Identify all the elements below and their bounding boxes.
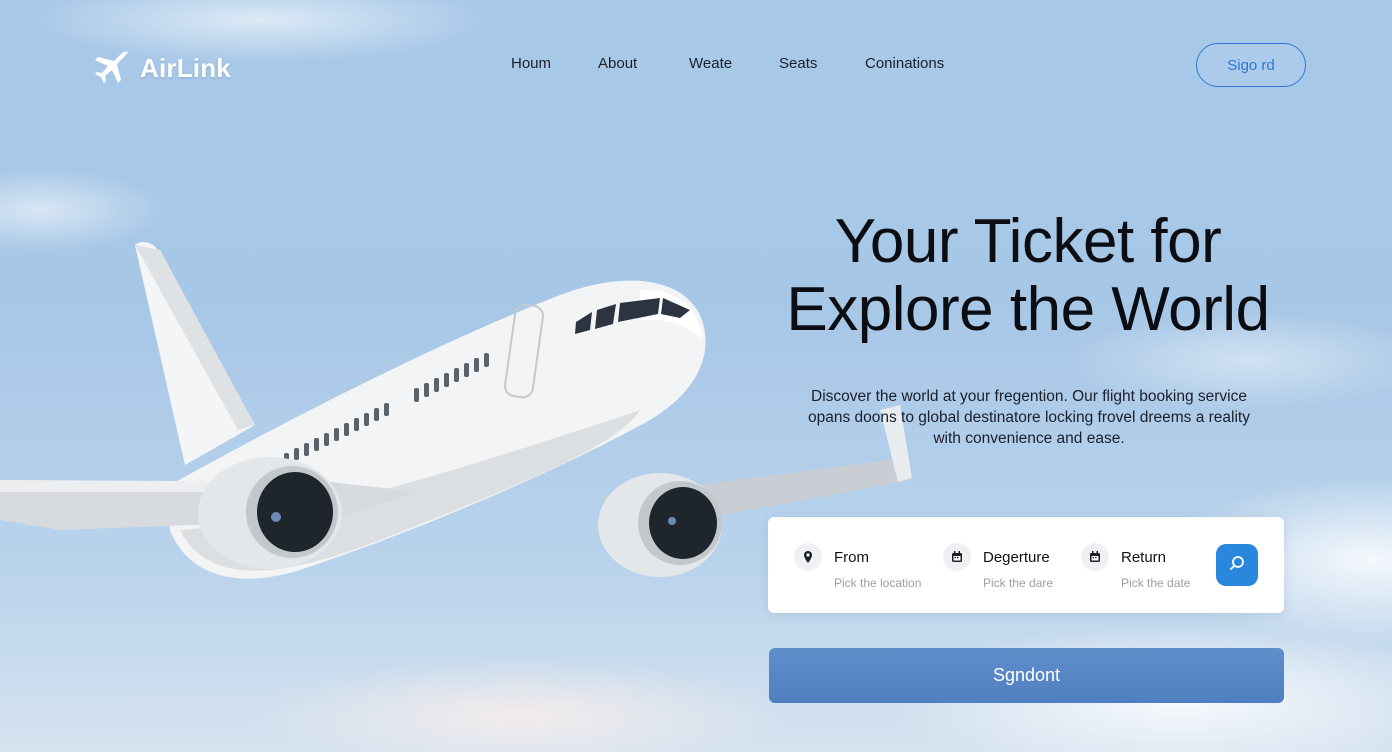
- calendar-icon: [1081, 543, 1109, 571]
- search-icon: [1228, 554, 1246, 577]
- brand-logo[interactable]: AirLink: [92, 48, 231, 88]
- brand-name: AirLink: [140, 52, 231, 83]
- return-placeholder: Pick the date: [1121, 576, 1191, 590]
- hero-title-line-1: Your Ticket for: [834, 207, 1222, 276]
- airplane-icon: [92, 48, 132, 88]
- nav-item-home[interactable]: Houm: [511, 55, 598, 72]
- flight-search-card: From Pick the location Degerture Pick th…: [768, 517, 1284, 613]
- hero-description: Discover the world at your fregention. O…: [796, 386, 1262, 449]
- submit-button[interactable]: Sgndont: [769, 648, 1284, 703]
- hero-desc-line-2: opans doons to global destinatore lockin…: [807, 409, 1250, 426]
- hero-desc-line-1: Discover the world at your fregention. O…: [811, 388, 1247, 405]
- from-label: From: [834, 549, 869, 566]
- location-pin-icon: [794, 543, 822, 571]
- departure-placeholder: Pick the dare: [983, 576, 1054, 590]
- return-label: Return: [1121, 549, 1167, 566]
- departure-label: Degerture: [983, 549, 1050, 566]
- nav-item-seats[interactable]: Seats: [779, 55, 865, 72]
- nav-item-coninations[interactable]: Coninations: [865, 55, 955, 72]
- search-button[interactable]: [1216, 544, 1258, 586]
- from-placeholder: Pick the location: [834, 576, 922, 590]
- nav-item-about[interactable]: About: [598, 55, 689, 72]
- hero-title-line-2: Explore the World: [786, 275, 1270, 344]
- nav-item-weate[interactable]: Weate: [689, 55, 779, 72]
- main-nav: Houm About Weate Seats Coninations: [511, 55, 955, 72]
- calendar-icon: [943, 543, 971, 571]
- hero-desc-line-3: with convenience and ease.: [933, 430, 1125, 447]
- hero-title: Your Ticket for Explore the World: [770, 208, 1286, 344]
- sign-in-button[interactable]: Sigo rd: [1196, 43, 1306, 87]
